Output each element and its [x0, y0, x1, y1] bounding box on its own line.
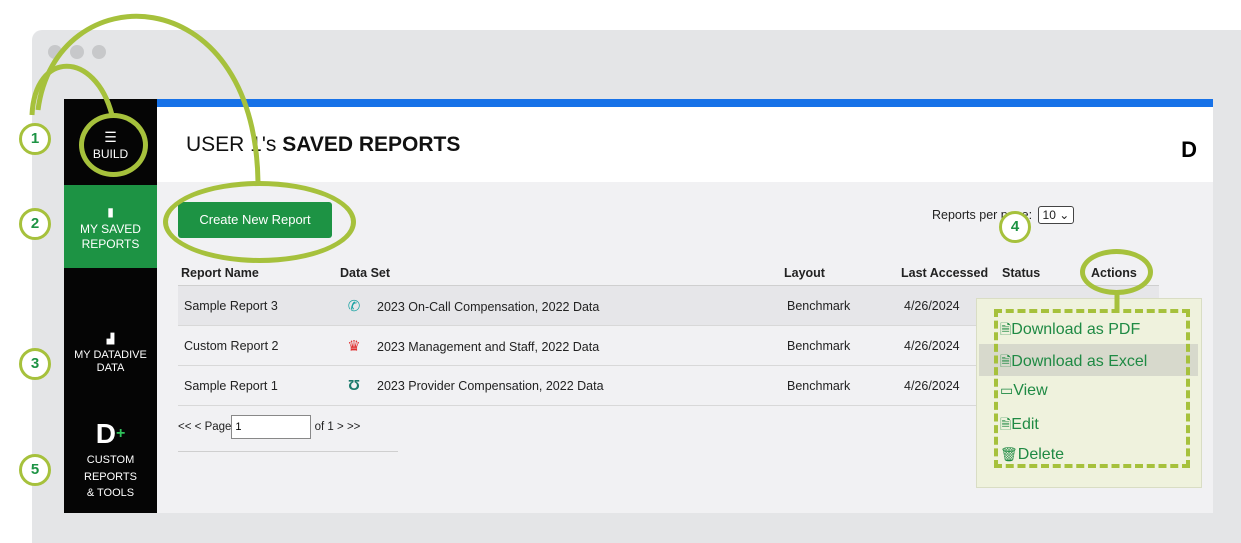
window-dot [70, 45, 84, 59]
prev-page-link[interactable]: < [195, 421, 202, 433]
layout-cell: Benchmark [781, 285, 898, 326]
page-header: USER 1's SAVED REPORTS D [157, 107, 1213, 182]
callout-badge: 5 [19, 454, 51, 486]
window-dot [48, 45, 62, 59]
page-label: Page [204, 421, 232, 434]
page-title: USER 1's SAVED REPORTS [186, 133, 461, 156]
phone-icon: ✆ [347, 297, 361, 315]
report-name[interactable]: Sample Report 3 [178, 285, 337, 326]
pagination: << < Page of 1 > >> [178, 415, 360, 439]
sidebar-item-label: CUSTOM REPORTS & TOOLS [84, 454, 137, 499]
pdf-file-icon: 🗎 [1000, 321, 1012, 337]
callout-badge: 1 [19, 123, 51, 155]
column-header[interactable]: Last Accessed [898, 260, 999, 286]
column-header[interactable]: Status [999, 260, 1088, 286]
menu-item-edit[interactable]: 🗎Edit [1000, 414, 1039, 438]
divider [178, 451, 398, 452]
first-page-link[interactable]: << [178, 421, 191, 433]
dataset-cell: ✆ 2023 On-Call Compensation, 2022 Data [337, 285, 781, 326]
edit-file-icon: 🗎 [1000, 416, 1012, 432]
chart-icon: ▟ [106, 334, 115, 345]
page-count: of 1 [314, 421, 334, 434]
datadive-logo-plus-icon: D+ [95, 418, 126, 449]
column-header[interactable]: Layout [781, 260, 898, 286]
datadive-logo: D [1181, 137, 1197, 162]
menu-item-download-excel[interactable]: 🗎Download as Excel [1000, 351, 1147, 375]
report-name[interactable]: Custom Report 2 [178, 325, 337, 366]
sidebar-item-label: MY SAVED REPORTS [80, 222, 141, 251]
highlight-ring-create [163, 181, 356, 263]
callout-badge: 3 [19, 348, 51, 380]
per-page-select[interactable]: 10 ⌄ [1037, 206, 1075, 224]
page-number-input[interactable] [231, 415, 312, 439]
next-page-link[interactable]: > [337, 421, 344, 433]
highlight-ring-actions [1080, 249, 1153, 295]
last-page-link[interactable]: >> [347, 421, 360, 433]
bookmark-icon: ▮ [107, 205, 114, 219]
menu-item-delete[interactable]: 🗑Delete [1000, 446, 1064, 464]
menu-item-view[interactable]: ▭View [1000, 382, 1048, 400]
layout-cell: Benchmark [781, 365, 898, 406]
column-header[interactable]: Data Set [337, 260, 781, 286]
accent-bar [157, 99, 1213, 107]
trash-icon: 🗑 [1000, 446, 1018, 462]
callout-badge: 4 [999, 211, 1031, 243]
layout-cell: Benchmark [781, 325, 898, 366]
callout-badge: 2 [19, 208, 51, 240]
highlight-ring-build [79, 113, 148, 177]
window-dot [92, 45, 106, 59]
stethoscope-icon: Ʊ [347, 377, 361, 394]
window-icon: ▭ [1000, 382, 1014, 398]
report-name[interactable]: Sample Report 1 [178, 365, 337, 406]
menu-item-download-pdf[interactable]: 🗎Download as PDF [1000, 319, 1140, 343]
column-header[interactable]: Report Name [178, 260, 337, 286]
sidebar-item-my-datadive-data[interactable]: ▟ MY DATADIVE DATA [64, 334, 157, 394]
dataset-cell: Ʊ 2023 Provider Compensation, 2022 Data [337, 365, 781, 406]
management-icon: ♛ [347, 337, 361, 355]
sidebar-item-custom-reports-tools[interactable]: D+ CUSTOM REPORTS & TOOLS [64, 419, 157, 511]
sidebar-item-label: MY DATADIVE DATA [74, 348, 147, 375]
excel-file-icon: 🗎 [1000, 353, 1012, 369]
dataset-cell: ♛ 2023 Management and Staff, 2022 Data [337, 325, 781, 366]
sidebar-item-my-saved-reports[interactable]: ▮ MY SAVED REPORTS [64, 185, 157, 268]
chevron-down-icon: ⌄ [1059, 208, 1070, 222]
